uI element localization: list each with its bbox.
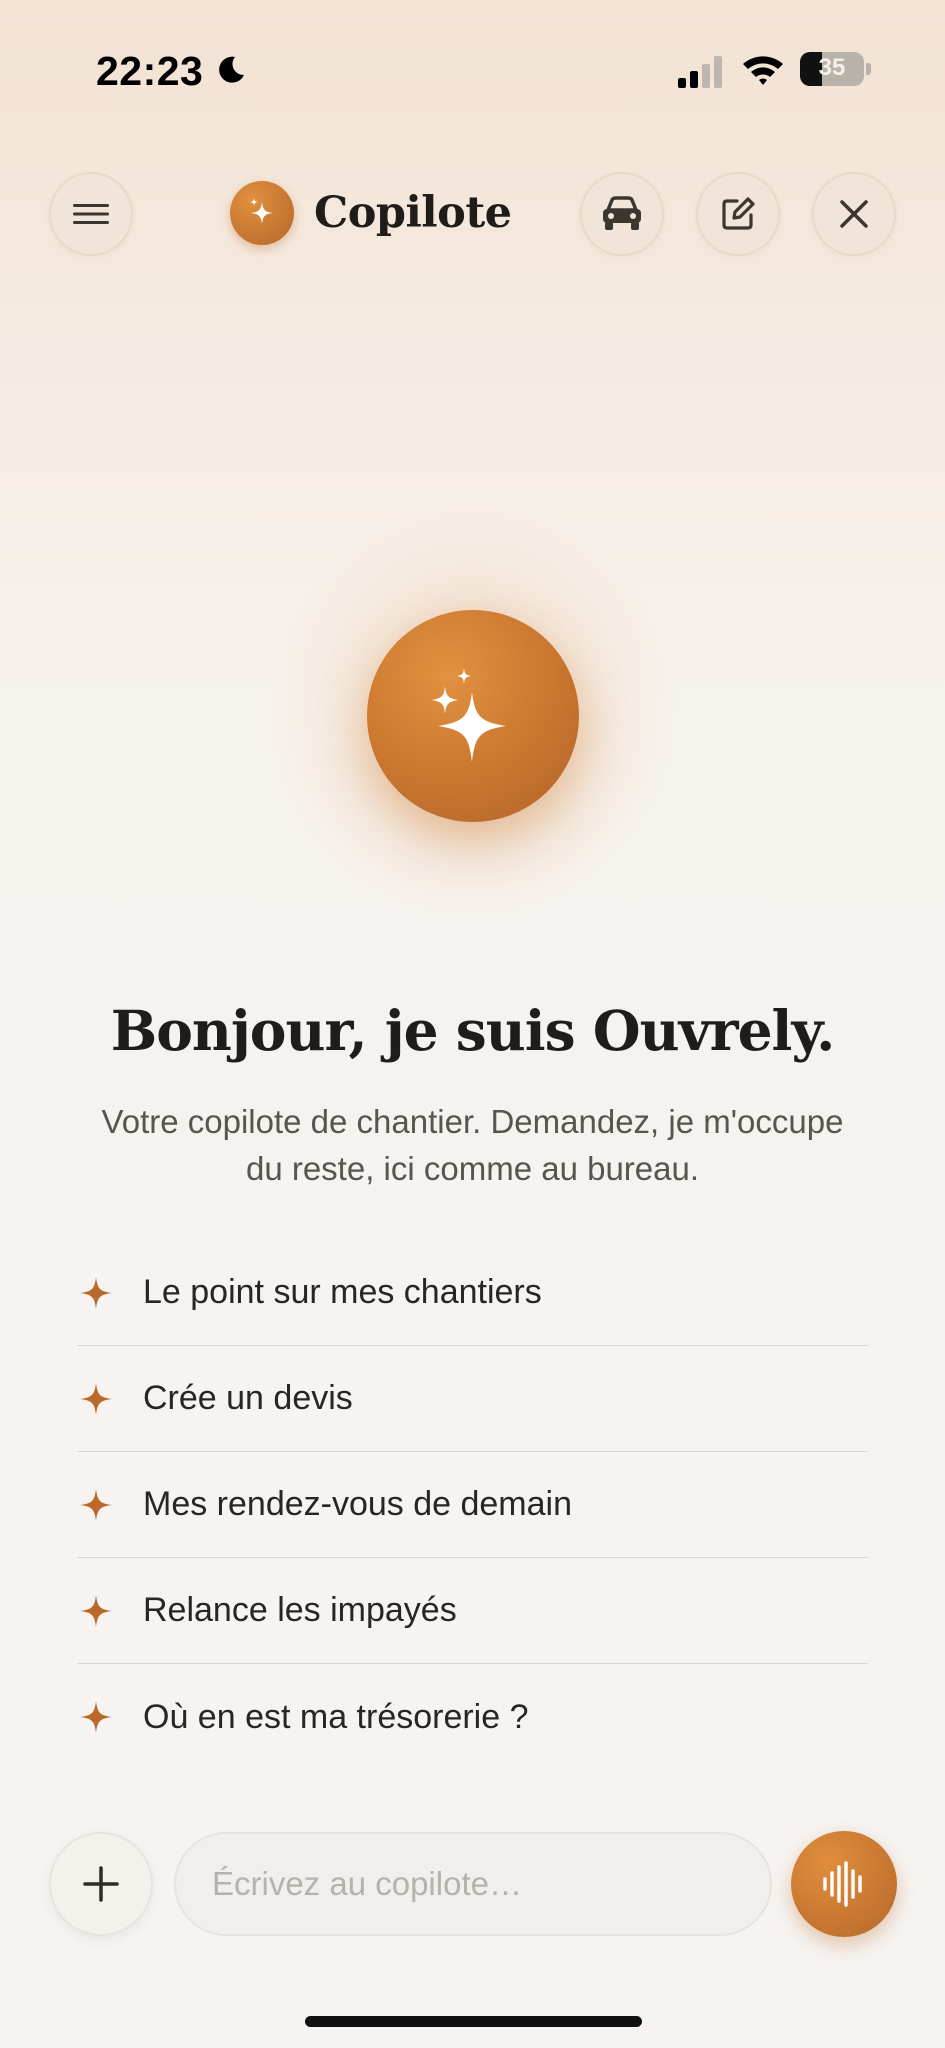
suggestion-list: Le point sur mes chantiers Crée un devis… [77, 1240, 868, 1770]
moon-icon [219, 56, 244, 83]
suggestion-item[interactable]: Relance les impayés [77, 1558, 868, 1664]
suggestion-label: Crée un devis [143, 1379, 353, 1417]
suggestion-item[interactable]: Où en est ma trésorerie ? [77, 1664, 868, 1770]
plus-icon [83, 1866, 119, 1902]
menu-icon [73, 204, 109, 224]
voice-button[interactable] [791, 1831, 897, 1937]
signal-icon [678, 56, 722, 88]
car-mode-button[interactable] [580, 172, 664, 256]
sparkle-icon [80, 1382, 112, 1415]
suggestion-item[interactable]: Mes rendez-vous de demain [77, 1452, 868, 1558]
greeting-subtitle: Votre copilote de chantier. Demandez, je… [101, 1103, 844, 1187]
brand: Copilote [230, 180, 512, 246]
hero-sparkle-orb [367, 610, 579, 822]
battery-icon: 35 [800, 52, 864, 86]
new-chat-button[interactable] [696, 172, 780, 256]
attach-button[interactable] [49, 1832, 153, 1936]
sparkle-icon [80, 1276, 112, 1309]
message-input[interactable] [174, 1832, 772, 1936]
greeting-title: Bonjour, je suis Ouvrely. [110, 998, 836, 1063]
wifi-icon [743, 56, 783, 85]
suggestion-item[interactable]: Le point sur mes chantiers [77, 1240, 868, 1346]
suggestion-label: Où en est ma trésorerie ? [143, 1697, 529, 1736]
status-time: 22:23 [96, 48, 204, 94]
car-icon [603, 196, 641, 230]
brand-name: Copilote [314, 188, 512, 238]
menu-button[interactable] [49, 172, 133, 256]
sparkle-icon [80, 1488, 112, 1521]
suggestion-label: Le point sur mes chantiers [143, 1273, 542, 1311]
close-icon [840, 200, 868, 228]
sparkle-logo-icon [230, 181, 294, 245]
sparkle-icon [80, 1594, 112, 1627]
waveform-icon [823, 1861, 862, 1907]
battery-percent: 35 [818, 54, 846, 81]
suggestion-label: Mes rendez-vous de demain [143, 1485, 573, 1523]
sparkles-icon [432, 668, 506, 762]
home-indicator [305, 2016, 642, 2027]
edit-icon [722, 197, 755, 230]
battery-nub [866, 63, 871, 75]
sparkle-icon [80, 1701, 112, 1733]
suggestion-item[interactable]: Crée un devis [77, 1346, 868, 1452]
status-bar: 22:23 35 [0, 0, 945, 140]
close-button[interactable] [812, 172, 896, 256]
suggestion-label: Relance les impayés [143, 1591, 457, 1629]
